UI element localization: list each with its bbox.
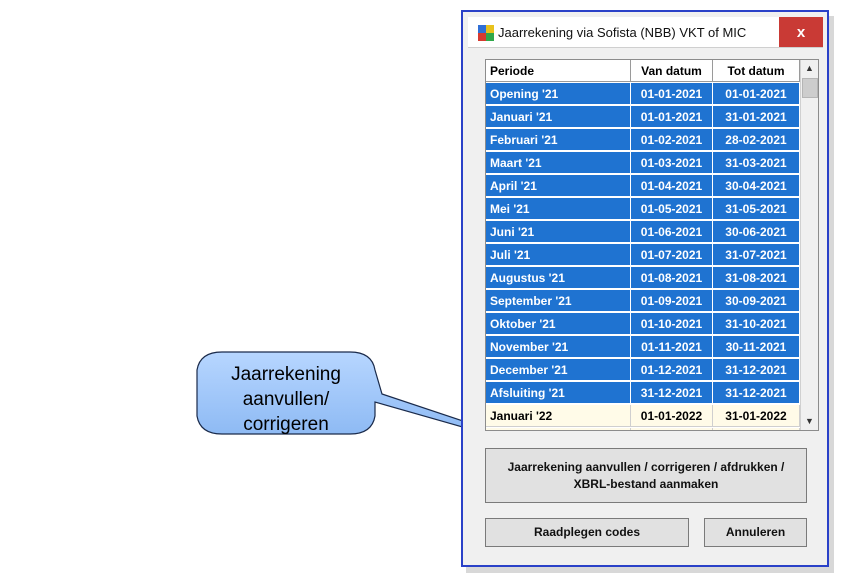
table-row[interactable]: Februari '21 01-02-2021 28-02-2021	[486, 129, 800, 152]
jaarrekening-aanvullen-button[interactable]: Jaarrekening aanvullen / corrigeren / af…	[485, 448, 807, 503]
period-cell: Februari '22	[486, 428, 631, 430]
table-row[interactable]: Oktober '21 01-10-2021 31-10-2021	[486, 313, 800, 336]
app-icon	[478, 25, 494, 41]
callout-text: Jaarrekening aanvullen/ corrigeren	[197, 362, 375, 437]
period-cell: Opening '21	[486, 83, 631, 105]
tot-datum-cell: 30-04-2021	[713, 175, 800, 197]
table-row[interactable]: Mei '21 01-05-2021 31-05-2021	[486, 198, 800, 221]
table-row[interactable]: Augustus '21 01-08-2021 31-08-2021	[486, 267, 800, 290]
tot-datum-cell: 31-07-2021	[713, 244, 800, 266]
tot-datum-cell: 31-12-2021	[713, 359, 800, 381]
close-button[interactable]: x	[779, 17, 823, 47]
title-bar[interactable]: Jaarrekening via Sofista (NBB) VKT of MI…	[468, 17, 823, 48]
column-header-van-datum[interactable]: Van datum	[631, 60, 713, 82]
period-cell: Oktober '21	[486, 313, 631, 335]
van-datum-cell: 01-07-2021	[631, 244, 713, 266]
period-cell: September '21	[486, 290, 631, 312]
van-datum-cell: 01-12-2021	[631, 359, 713, 381]
table-row[interactable]: Januari '22 01-01-2022 31-01-2022	[486, 405, 800, 428]
van-datum-cell: 01-10-2021	[631, 313, 713, 335]
table-row[interactable]: December '21 01-12-2021 31-12-2021	[486, 359, 800, 382]
period-cell: Januari '22	[486, 405, 631, 427]
raadplegen-codes-button[interactable]: Raadplegen codes	[485, 518, 689, 547]
van-datum-cell: 01-08-2021	[631, 267, 713, 289]
tot-datum-cell: 30-09-2021	[713, 290, 800, 312]
van-datum-cell: 01-06-2021	[631, 221, 713, 243]
main-button-line1: Jaarrekening aanvullen / corrigeren / af…	[507, 459, 785, 474]
period-cell: Juni '21	[486, 221, 631, 243]
period-cell: April '21	[486, 175, 631, 197]
table-row[interactable]: Maart '21 01-03-2021 31-03-2021	[486, 152, 800, 175]
period-cell: Maart '21	[486, 152, 631, 174]
van-datum-cell: 31-12-2021	[631, 382, 713, 404]
tot-datum-cell: 30-11-2021	[713, 336, 800, 358]
period-cell: Augustus '21	[486, 267, 631, 289]
period-cell: December '21	[486, 359, 631, 381]
period-cell: Januari '21	[486, 106, 631, 128]
main-button-line2: XBRL-bestand aanmaken	[573, 476, 719, 491]
van-datum-cell: 01-02-2021	[631, 129, 713, 151]
tot-datum-cell: 31-03-2021	[713, 152, 800, 174]
van-datum-cell: 01-09-2021	[631, 290, 713, 312]
tot-datum-cell: 31-05-2021	[713, 198, 800, 220]
period-cell: Februari '21	[486, 129, 631, 151]
period-cell: November '21	[486, 336, 631, 358]
window-title: Jaarrekening via Sofista (NBB) VKT of MI…	[498, 25, 747, 40]
scroll-up-arrow-icon[interactable]: ▲	[801, 60, 818, 77]
tot-datum-cell: 30-06-2021	[713, 221, 800, 243]
callout-text-line1: Jaarrekening aanvullen/	[231, 364, 341, 410]
vertical-scrollbar[interactable]: ▲ ▼	[800, 60, 818, 430]
van-datum-cell: 01-01-2021	[631, 83, 713, 105]
tot-datum-cell: 31-01-2022	[713, 405, 800, 427]
van-datum-cell: 01-02-2022	[631, 428, 713, 430]
van-datum-cell: 01-11-2021	[631, 336, 713, 358]
period-grid[interactable]: Periode Van datum Tot datum Opening '21 0…	[485, 59, 819, 431]
van-datum-cell: 01-04-2021	[631, 175, 713, 197]
tot-datum-cell: 31-08-2021	[713, 267, 800, 289]
tot-datum-cell: 28-02-2022	[713, 428, 800, 430]
scroll-down-arrow-icon[interactable]: ▼	[801, 413, 818, 430]
grid-header-row: Periode Van datum Tot datum	[486, 60, 800, 83]
van-datum-cell: 01-01-2021	[631, 106, 713, 128]
table-row[interactable]: April '21 01-04-2021 30-04-2021	[486, 175, 800, 198]
van-datum-cell: 01-03-2021	[631, 152, 713, 174]
table-row[interactable]: Juni '21 01-06-2021 30-06-2021	[486, 221, 800, 244]
column-header-tot-datum[interactable]: Tot datum	[713, 60, 800, 82]
tot-datum-cell: 01-01-2021	[713, 83, 800, 105]
period-cell: Mei '21	[486, 198, 631, 220]
column-header-periode[interactable]: Periode	[486, 60, 631, 82]
table-row[interactable]: Afsluiting '21 31-12-2021 31-12-2021	[486, 382, 800, 405]
table-row[interactable]: September '21 01-09-2021 30-09-2021	[486, 290, 800, 313]
van-datum-cell: 01-05-2021	[631, 198, 713, 220]
annuleren-button[interactable]: Annuleren	[704, 518, 807, 547]
tot-datum-cell: 31-10-2021	[713, 313, 800, 335]
tot-datum-cell: 31-12-2021	[713, 382, 800, 404]
period-cell: Afsluiting '21	[486, 382, 631, 404]
table-row[interactable]: Juli '21 01-07-2021 31-07-2021	[486, 244, 800, 267]
table-row[interactable]: Opening '21 01-01-2021 01-01-2021	[486, 83, 800, 106]
dialog-window: Jaarrekening via Sofista (NBB) VKT of MI…	[461, 10, 829, 567]
callout-text-line2: corrigeren	[243, 414, 329, 435]
scrollbar-thumb[interactable]	[802, 78, 818, 98]
period-cell: Juli '21	[486, 244, 631, 266]
tot-datum-cell: 31-01-2021	[713, 106, 800, 128]
table-row[interactable]: Februari '2201-02-202228-02-2022	[486, 428, 800, 430]
table-row[interactable]: Januari '21 01-01-2021 31-01-2021	[486, 106, 800, 129]
table-row[interactable]: November '21 01-11-2021 30-11-2021	[486, 336, 800, 359]
van-datum-cell: 01-01-2022	[631, 405, 713, 427]
close-icon: x	[796, 23, 806, 41]
tot-datum-cell: 28-02-2021	[713, 129, 800, 151]
